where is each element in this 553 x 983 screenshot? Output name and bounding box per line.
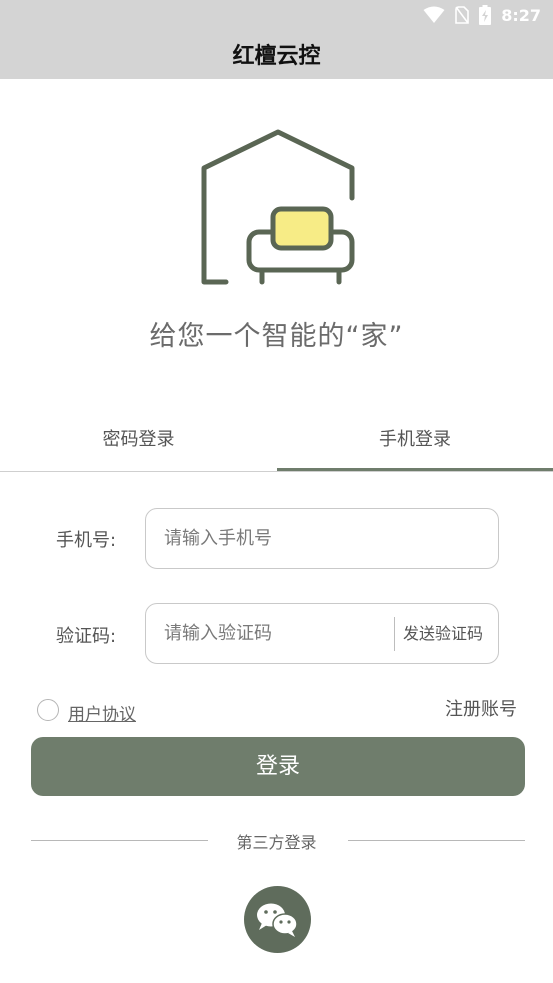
slogan: 给您一个智能的“家” bbox=[149, 321, 404, 352]
active-tab-indicator bbox=[277, 468, 553, 471]
login-tabs: 密码登录 手机登录 bbox=[0, 420, 553, 472]
code-input[interactable] bbox=[164, 604, 384, 663]
agreement-radio[interactable] bbox=[37, 699, 59, 721]
no-sim-icon bbox=[455, 6, 470, 24]
code-divider bbox=[394, 617, 395, 651]
home-sofa-logo bbox=[201, 129, 355, 285]
phone-label: 手机号: bbox=[56, 530, 117, 551]
send-code-button[interactable]: 发送验证码 bbox=[403, 604, 483, 663]
tab-password-login[interactable]: 密码登录 bbox=[0, 420, 277, 472]
status-icons: 8:27 bbox=[423, 5, 541, 25]
wechat-login-button[interactable] bbox=[244, 886, 311, 953]
status-bar: 8:27 bbox=[0, 0, 553, 32]
code-label: 验证码: bbox=[56, 626, 117, 647]
phone-input[interactable] bbox=[164, 509, 384, 568]
phone-field bbox=[145, 508, 499, 569]
wifi-icon bbox=[423, 6, 445, 23]
title-bar: 红檀云控 bbox=[0, 32, 553, 79]
register-link[interactable]: 注册账号 bbox=[445, 695, 517, 721]
divider-right bbox=[348, 840, 525, 841]
third-party-label: 第三方登录 bbox=[236, 833, 317, 852]
tab-phone-login[interactable]: 手机登录 bbox=[277, 420, 553, 472]
status-time: 8:27 bbox=[501, 5, 541, 25]
app-title: 红檀云控 bbox=[232, 44, 321, 69]
code-field: 发送验证码 bbox=[145, 603, 499, 664]
user-agreement-link[interactable]: 用户协议 bbox=[68, 700, 136, 725]
battery-charging-icon bbox=[479, 5, 492, 25]
wechat-icon bbox=[257, 903, 298, 937]
login-button[interactable]: 登录 bbox=[31, 737, 525, 796]
